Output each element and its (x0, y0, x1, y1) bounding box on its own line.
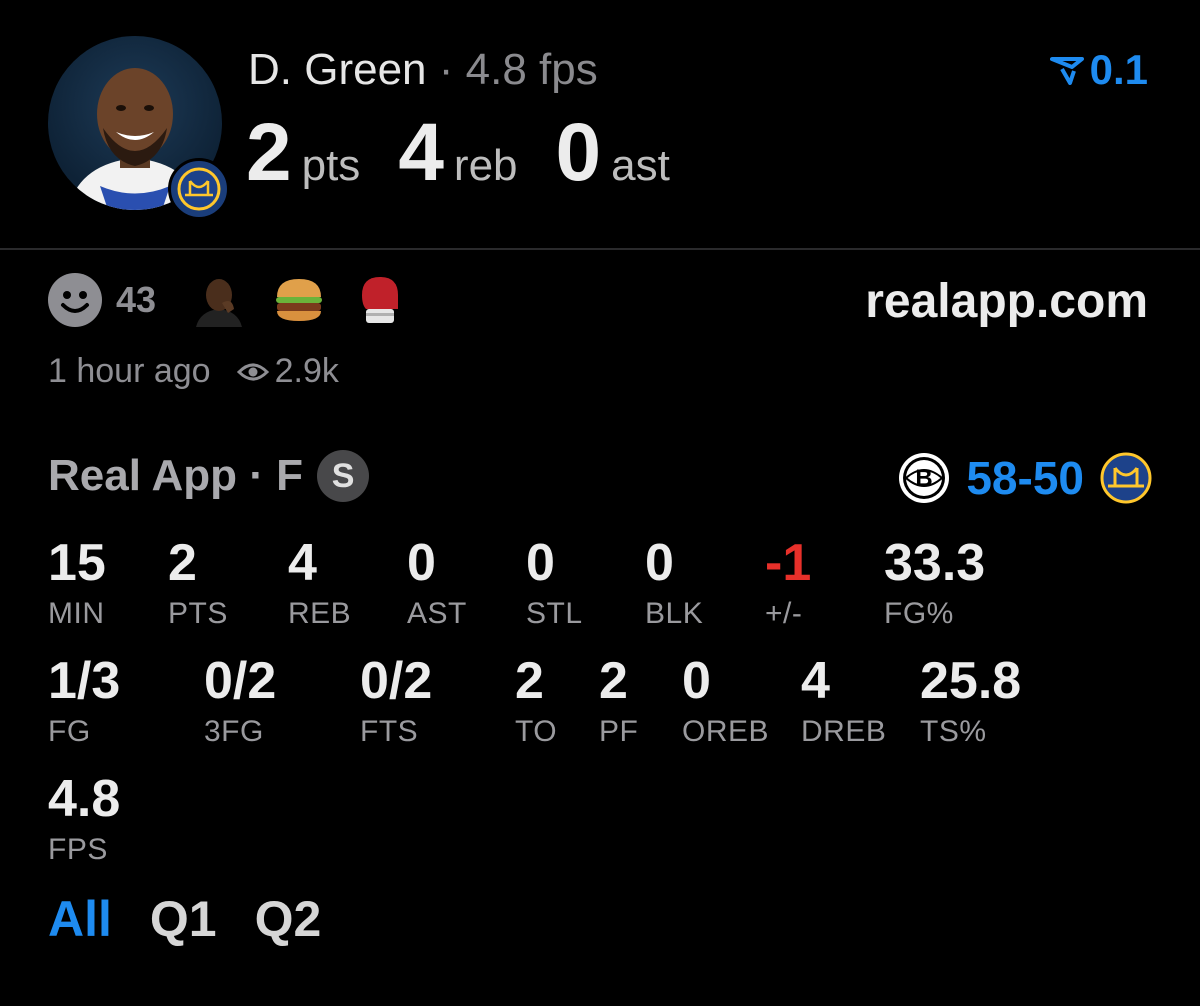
stat-fts: 0/2 FTS (360, 652, 432, 750)
svg-text:B: B (916, 465, 933, 492)
stat-to: 2 TO (515, 652, 557, 750)
game-info-row: Real App · F S B 58-50 (48, 448, 1152, 508)
name-separator: · (438, 45, 454, 94)
stat-value: 2 (168, 534, 197, 592)
face-palm-emoji[interactable] (192, 273, 246, 327)
boxing-glove-emoji[interactable] (352, 273, 406, 327)
delta-value: 0.1 (1089, 46, 1148, 93)
summary-points-unit: pts (301, 141, 361, 190)
stat-label: TO (515, 715, 558, 748)
player-header: D. Green · 4.8 fps 2 pts 4 reb 0 ast 0.1 (0, 0, 1200, 248)
smiley-icon[interactable] (48, 273, 102, 327)
stat-3fg: 0/2 3FG (204, 652, 276, 750)
stat-label: STL (526, 597, 583, 630)
game-title-text: Real App · F (48, 451, 304, 500)
stat-label: 3FG (204, 715, 264, 748)
score-text: 58-50 (966, 451, 1084, 505)
time-ago: 1 hour ago (48, 352, 211, 390)
stat-fps: 4.8 FPS (48, 770, 120, 868)
stat-pf: 2 PF (599, 652, 638, 750)
stat-min: 15 MIN (48, 534, 106, 632)
stat-value: 2 (515, 652, 544, 710)
player-fps: 4.8 fps (465, 45, 598, 94)
stat-label: REB (288, 597, 352, 630)
stat-label: DREB (801, 715, 887, 748)
game-title[interactable]: Real App · F S (48, 450, 370, 502)
stat-value: 0/2 (360, 652, 433, 710)
stat-value: 0 (407, 534, 436, 592)
warriors-logo-icon (168, 158, 230, 220)
summary-rebounds-unit: reb (453, 141, 518, 190)
stat-ast: 0 AST (407, 534, 467, 632)
stat-ts-pct: 25.8 TS% (920, 652, 1021, 750)
stat-value: 0/2 (204, 652, 277, 710)
stat-label: FPS (48, 833, 108, 866)
stat-fg-pct: 33.3 FG% (884, 534, 985, 632)
stat-value: 33.3 (884, 534, 986, 592)
stat-value: 0 (682, 652, 711, 710)
stat-label: BLK (645, 597, 704, 630)
s-badge: S (317, 450, 370, 502)
stat-value: 4.8 (48, 770, 121, 828)
stat-plus-minus: -1 +/- (765, 534, 811, 632)
reactions-bar: 43 (48, 272, 432, 328)
view-count: 2.9k (236, 352, 339, 391)
score-home: 58 (966, 452, 1018, 504)
stat-value: -1 (765, 534, 812, 592)
stat-value: 0 (526, 534, 555, 592)
stat-label: FTS (360, 715, 419, 748)
summary-assists-value: 0 (555, 107, 602, 198)
tab-q1[interactable]: Q1 (150, 890, 217, 948)
stat-label: FG% (884, 597, 954, 630)
summary-rebounds-value: 4 (398, 107, 444, 198)
player-name[interactable]: D. Green (248, 45, 427, 94)
site-link[interactable]: realapp.com (865, 274, 1148, 329)
score-separator: - (1017, 452, 1033, 504)
stat-dreb: 4 DREB (801, 652, 886, 750)
score-away: 50 (1032, 452, 1084, 504)
stat-label: +/- (765, 597, 803, 630)
stat-label: PF (599, 715, 639, 748)
stat-pts: 2 PTS (168, 534, 228, 632)
nets-logo-icon: B (899, 453, 950, 503)
stat-value: 4 (288, 534, 317, 592)
stat-value: 4 (801, 652, 830, 710)
warriors-logo-icon (1100, 452, 1152, 504)
summary-points-value: 2 (246, 107, 292, 198)
player-name-line: D. Green · 4.8 fps (248, 42, 598, 98)
stat-value: 0 (645, 534, 674, 592)
stat-fg: 1/3 FG (48, 652, 120, 750)
summary-assists-unit: ast (611, 141, 670, 190)
tab-q2[interactable]: Q2 (255, 890, 322, 948)
game-score[interactable]: B 58-50 (898, 448, 1152, 508)
stat-value: 1/3 (48, 652, 121, 710)
period-tabs: All Q1 Q2 (48, 890, 321, 948)
summary-statline: 2 pts 4 reb 0 ast (246, 108, 708, 198)
stat-label: FG (48, 715, 91, 748)
stat-label: OREB (682, 715, 770, 748)
stat-stl: 0 STL (526, 534, 583, 632)
stat-value: 25.8 (920, 652, 1022, 710)
stat-value: 15 (48, 534, 106, 592)
stat-oreb: 0 OREB (682, 652, 769, 750)
burger-emoji[interactable] (272, 273, 326, 327)
tab-all[interactable]: All (48, 890, 112, 948)
delta-arrow-icon (1049, 57, 1084, 85)
post-meta: 1 hour ago 2.9k (48, 352, 339, 391)
view-count-value: 2.9k (274, 352, 339, 390)
header-divider (0, 248, 1200, 250)
stat-label: PTS (168, 597, 228, 630)
stat-label: TS% (920, 715, 987, 748)
stat-reb: 4 REB (288, 534, 351, 632)
fps-delta: 0.1 (1049, 46, 1148, 94)
stat-value: 2 (599, 652, 628, 710)
eye-icon (236, 363, 269, 380)
reaction-count: 43 (116, 279, 157, 320)
stat-blk: 0 BLK (645, 534, 703, 632)
stat-label: AST (407, 597, 467, 630)
stat-label: MIN (48, 597, 105, 630)
